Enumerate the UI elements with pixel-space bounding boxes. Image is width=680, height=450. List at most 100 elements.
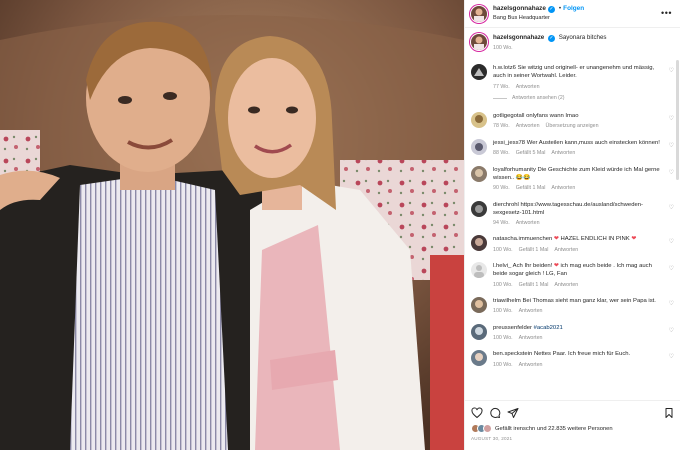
heart-icon[interactable] [471, 407, 483, 419]
heart-icon[interactable]: ♡ [669, 238, 674, 245]
comment-username[interactable]: triawilhelm [493, 298, 521, 304]
comment-text: Sie witzig und originell- er unangenehm … [493, 65, 655, 80]
comment-text: onlyfans wann Imao [526, 113, 579, 120]
author-avatar[interactable] [471, 5, 487, 22]
likes-row[interactable]: Gefällt irenschn und 22.835 weitere Pers… [471, 424, 675, 433]
comment-username[interactable]: dierchrohl [493, 202, 519, 208]
heart-icon[interactable]: ♡ [669, 169, 674, 176]
comment-item: ben.speckstein Nettes Paar. Ich freue mi… [471, 350, 675, 369]
commenter-avatar[interactable] [471, 323, 487, 340]
heart-icon[interactable]: ♡ [669, 327, 674, 334]
commenter-avatar[interactable] [471, 350, 487, 367]
separator-dot: • [558, 5, 562, 12]
reply-button[interactable]: Antworten [554, 247, 578, 253]
heart-icon[interactable]: ♡ [669, 204, 674, 211]
comment-username[interactable]: natascha.immuenchen [493, 236, 552, 242]
comment-icon[interactable] [489, 407, 501, 419]
commenter-avatar[interactable] [471, 138, 487, 155]
reply-button[interactable]: Antworten [551, 185, 575, 191]
comment-item: gotligegotall onlyfans wann Imao 78 Wo. A… [471, 112, 675, 131]
post-photo[interactable] [0, 0, 464, 450]
reply-button[interactable]: Antworten [551, 150, 575, 156]
commenter-avatar[interactable] [471, 235, 487, 252]
reply-button[interactable]: Antworten [519, 362, 543, 368]
post-date: AUGUST 30, 2021 [471, 436, 513, 441]
commenter-avatar[interactable] [471, 297, 487, 314]
reply-button[interactable]: Antworten [519, 335, 543, 341]
comment-likes[interactable]: Gefällt 5 Mal [516, 150, 546, 156]
commenter-avatar[interactable] [471, 64, 487, 80]
comment-time: 100 Wo. [493, 246, 513, 253]
comment-username[interactable]: jessi_jess78 [493, 140, 525, 146]
reply-button[interactable]: Antworten [516, 123, 540, 129]
heart-icon[interactable]: ♡ [669, 67, 674, 74]
hashtag-link[interactable]: #acab2021 [534, 325, 563, 331]
comment-username[interactable]: ben.speckstein [493, 351, 532, 357]
comment-username[interactable]: loyalforhumanity [493, 167, 536, 173]
comment-likes[interactable]: Gefällt 1 Mal [516, 185, 546, 191]
red-heart-icon: ❤ [553, 236, 559, 243]
comment-username[interactable]: h.w.lotz6 [493, 65, 516, 71]
post-caption: hazelsgonnahaze ✓ Sayonara bitches 100 W… [465, 28, 680, 53]
post-header: hazelsgonnahaze ✓ • Folgen Bang Bus Head… [465, 0, 680, 28]
caption-username[interactable]: hazelsgonnahaze [493, 34, 544, 41]
comment-item: h.w.lotz6 Sie witzig und originell- er u… [471, 64, 675, 102]
comment-text: HAZEL ENDLICH IN PINK [560, 236, 630, 243]
verified-icon: ✓ [547, 5, 555, 13]
comment-time: 100 Wo. [493, 308, 513, 315]
comment-text: Bei Thomas sieht man ganz klar, wer sein… [522, 298, 656, 305]
heart-icon[interactable]: ♡ [669, 115, 674, 122]
translate-button[interactable]: Übersetzung anzeigen [546, 123, 599, 129]
comment-text: Wer Austeilen kann,muss auch einstecken … [526, 139, 660, 146]
red-heart-icon: ❤ [631, 236, 637, 243]
view-replies-button[interactable]: Antworten ansehen (2) [493, 95, 663, 102]
comment-time: 94 Wo. [493, 220, 510, 227]
commenter-avatar[interactable] [471, 112, 487, 129]
post-actions: Gefällt irenschn und 22.835 weitere Pers… [465, 400, 680, 450]
bookmark-icon[interactable] [663, 407, 675, 419]
comment-time: 100 Wo. [493, 361, 513, 368]
caption-text: Sayonara bitches [558, 34, 607, 41]
follow-button[interactable]: Folgen [563, 5, 584, 12]
reply-button[interactable]: Antworten [516, 84, 540, 90]
reply-button[interactable]: Antworten [554, 282, 578, 288]
comment-time: 77 Wo. [493, 83, 510, 90]
comment-text: Nettes Paar. Ich freue mich für Euch. [533, 351, 631, 358]
likes-count[interactable]: Gefällt irenschn und 22.835 weitere Pers… [495, 426, 613, 432]
comment-item: dierchrohl https://www.tagesschau.de/aus… [471, 200, 675, 228]
commenter-avatar[interactable] [471, 262, 487, 279]
heart-icon[interactable]: ♡ [669, 300, 674, 307]
author-username[interactable]: hazelsgonnahaze [493, 5, 546, 12]
comment-likes[interactable]: Gefällt 1 Mal [519, 247, 549, 253]
share-icon[interactable] [507, 407, 519, 419]
comment-item: l.helvi_ Ach Ihr beiden! ❤ ich mag euch … [471, 262, 675, 289]
comment-time: 78 Wo. [493, 123, 510, 130]
verified-icon: ✓ [547, 35, 555, 42]
commenter-avatar[interactable] [471, 200, 487, 217]
liker-avatar [483, 424, 492, 433]
comment-time: 88 Wo. [493, 150, 510, 157]
heart-icon[interactable]: ♡ [669, 265, 674, 272]
post-location[interactable]: Bang Bus Headquarter [493, 15, 584, 22]
comments-scrollbar[interactable] [676, 60, 679, 180]
more-icon[interactable]: ••• [661, 9, 672, 18]
heart-icon[interactable]: ♡ [669, 353, 674, 360]
comment-item: triawilhelm Bei Thomas sieht man ganz kl… [471, 297, 675, 316]
post-side-panel: hazelsgonnahaze ✓ • Folgen Bang Bus Head… [464, 0, 680, 450]
photo-illustration [0, 0, 464, 450]
comment-username[interactable]: l.helvi_ [493, 263, 511, 269]
comments-list[interactable]: h.w.lotz6 Sie witzig und originell- er u… [465, 58, 680, 400]
caption-avatar[interactable] [471, 34, 487, 50]
red-heart-icon: ❤ [553, 263, 559, 270]
comment-item: natascha.immuenchen ❤ HAZEL ENDLICH IN P… [471, 235, 675, 254]
comment-time: 90 Wo. [493, 185, 510, 192]
reply-button[interactable]: Antworten [519, 308, 543, 314]
comment-item: jessi_jess78 Wer Austeilen kann,muss auc… [471, 138, 675, 158]
comment-time: 100 Wo. [493, 334, 513, 341]
comment-username[interactable]: preussenfelder [493, 325, 532, 331]
reply-button[interactable]: Antworten [516, 220, 540, 226]
commenter-avatar[interactable] [471, 165, 487, 182]
comment-username[interactable]: gotligegotall [493, 113, 524, 119]
heart-icon[interactable]: ♡ [669, 142, 674, 149]
comment-likes[interactable]: Gefällt 1 Mal [519, 282, 549, 288]
